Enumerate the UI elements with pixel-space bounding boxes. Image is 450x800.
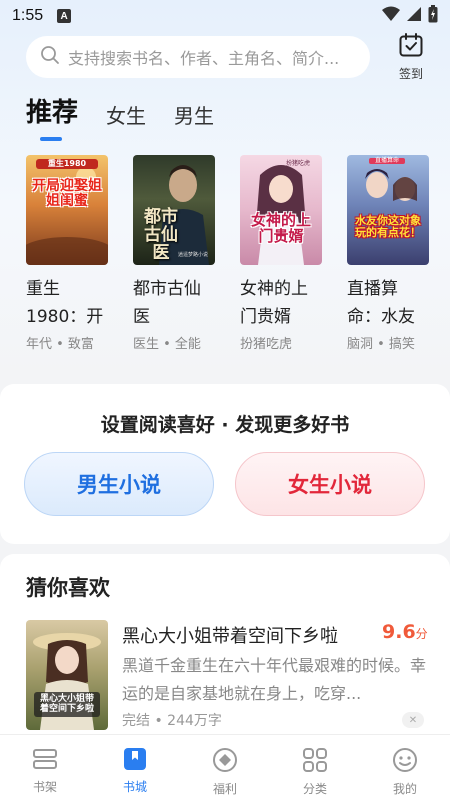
section-title: 猜你喜欢	[26, 576, 110, 600]
tab-female[interactable]: 女生	[106, 100, 146, 129]
book-meta: 完结 • 244万字	[122, 713, 222, 729]
book-tags: 医生 • 全能	[133, 337, 201, 352]
book-cover-title: 开局迎娶姐姐闺蜜	[32, 178, 102, 209]
preference-title: 设置阅读喜好 · 发现更多好书	[100, 414, 350, 436]
guess-you-like-section: 猜你喜欢 黑心大小姐带着空间下乡啦 黑心大小姐带着空间下乡啦 9.6分 黑道千金…	[0, 554, 450, 754]
profile-icon	[392, 747, 418, 777]
female-novel-button[interactable]: 女生小说	[235, 452, 425, 516]
nav-welfare[interactable]: 福利	[180, 735, 270, 800]
signal-icon	[406, 6, 422, 26]
book-card[interactable]: 直播算命 水友你这对象玩的有点花！ 直播算命：水友 脑洞 • 搞笑	[347, 155, 429, 352]
dismiss-button[interactable]: ✕	[402, 712, 424, 728]
nav-category[interactable]: 分类	[270, 735, 360, 800]
score-unit: 分	[415, 627, 428, 641]
book-cover-title: 黑心大小姐带着空间下乡啦	[34, 692, 100, 717]
status-time: 1:55	[12, 7, 44, 24]
bookstore-icon	[123, 747, 147, 775]
bottom-nav: 书架 书城 福利 分类 我的	[0, 734, 450, 800]
book-cover-title: 水友你这对象玩的有点花！	[355, 214, 421, 239]
battery-icon	[428, 5, 438, 27]
book-cover: 直播算命 水友你这对象玩的有点花！	[347, 155, 429, 265]
wifi-icon	[382, 6, 400, 26]
channel-tabs: 推荐 女生 男生	[26, 92, 242, 141]
tab-male[interactable]: 男生	[174, 100, 214, 129]
book-cover-top: 扮猪吃虎	[285, 160, 310, 167]
book-cover: 都市古仙医 逍遥梦路小说	[133, 155, 215, 265]
score-value: 9.6	[382, 621, 416, 643]
book-card[interactable]: 重生1980 开局迎娶姐姐闺蜜 重生1980：开 年代 • 致富	[26, 155, 108, 352]
nav-label: 分类	[302, 782, 327, 796]
nav-bookstore[interactable]: 书城	[90, 735, 180, 800]
book-cover[interactable]: 黑心大小姐带着空间下乡啦	[26, 620, 108, 730]
tab-recommend[interactable]: 推荐	[26, 92, 78, 141]
book-tags: 扮猪吃虎	[240, 337, 293, 352]
nav-label: 书城	[122, 780, 147, 794]
bookshelf-icon	[32, 747, 58, 775]
book-cover-title: 女神的上门贵婿	[250, 211, 311, 245]
nav-bookshelf[interactable]: 书架	[0, 735, 90, 800]
book-card[interactable]: 扮猪吃虎 女神的上门贵婿 女神的上门贵婿 扮猪吃虎	[240, 155, 322, 352]
search-icon	[40, 45, 60, 69]
book-cover-author: 逍遥梦路小说	[177, 252, 208, 258]
notification-badge: A	[57, 9, 72, 23]
book-title: 直播算命：水友	[347, 279, 415, 327]
book-tags: 年代 • 致富	[26, 337, 94, 352]
signin-button[interactable]: 签到	[388, 32, 434, 81]
nav-label: 我的	[392, 782, 417, 796]
status-icons	[382, 5, 438, 27]
book-cover: 重生1980 开局迎娶姐姐闺蜜	[26, 155, 108, 265]
book-card[interactable]: 都市古仙医 逍遥梦路小说 都市古仙医 医生 • 全能	[133, 155, 215, 352]
nav-profile[interactable]: 我的	[360, 735, 450, 800]
welfare-icon	[212, 747, 238, 777]
book-cover-top: 重生1980	[36, 159, 98, 170]
book-cover: 扮猪吃虎 女神的上门贵婿	[240, 155, 322, 265]
nav-label: 福利	[212, 782, 237, 796]
signin-label: 签到	[398, 67, 423, 81]
book-score: 9.6分	[382, 621, 428, 643]
close-icon: ✕	[408, 714, 418, 726]
book-description: 黑道千金重生在六十年代最艰难的时候。幸运的是自家基地就在身上，吃穿...	[122, 656, 426, 703]
book-title[interactable]: 黑心大小姐带着空间下乡啦	[122, 622, 338, 648]
recommend-book-list: 重生1980 开局迎娶姐姐闺蜜 重生1980：开 年代 • 致富 都市古仙医 逍…	[26, 155, 436, 352]
nav-label: 书架	[32, 780, 57, 794]
search-bar[interactable]: 支持搜索书名、作者、主角名、简介...	[26, 36, 370, 78]
status-bar: 1:55 A	[0, 0, 450, 32]
category-icon	[302, 747, 328, 777]
book-title: 都市古仙医	[133, 279, 201, 327]
search-placeholder: 支持搜索书名、作者、主角名、简介...	[68, 49, 340, 68]
reading-preference-card: 设置阅读喜好 · 发现更多好书 男生小说 女生小说	[0, 384, 450, 544]
book-tags: 脑洞 • 搞笑	[347, 337, 415, 352]
book-title: 女神的上门贵婿	[240, 279, 308, 327]
calendar-check-icon	[398, 32, 424, 62]
book-cover-top: 直播算命	[369, 157, 405, 165]
male-novel-button[interactable]: 男生小说	[24, 452, 214, 516]
book-title: 重生1980：开	[26, 279, 104, 327]
